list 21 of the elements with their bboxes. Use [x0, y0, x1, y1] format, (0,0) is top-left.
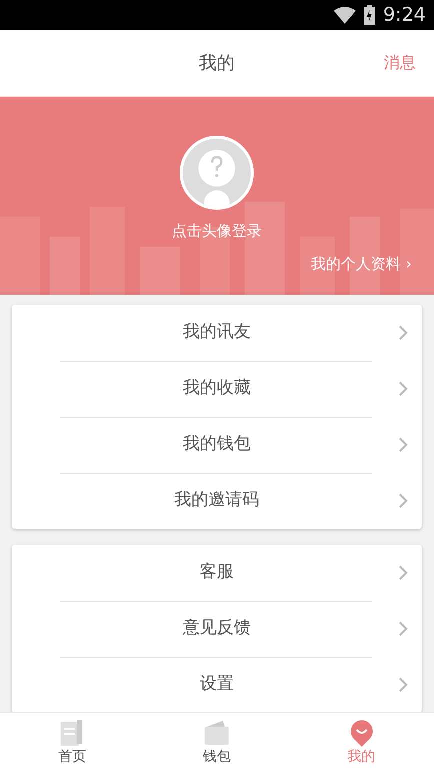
tab-item[interactable]: 首页 — [0, 713, 145, 771]
wallet-icon — [203, 719, 231, 747]
menu-item[interactable]: 意见反馈 — [12, 601, 422, 657]
menu-item[interactable]: 设置 — [12, 657, 422, 712]
chevron-icon — [399, 494, 408, 508]
chevron-icon — [399, 382, 408, 396]
battery-icon — [364, 5, 376, 25]
chevron-icon — [399, 326, 408, 340]
menu-item[interactable]: 我的邀请码 — [12, 473, 422, 529]
menu-item[interactable]: 客服 — [12, 545, 422, 601]
chevron-icon — [399, 438, 408, 452]
tab-item[interactable]: 钱包 — [144, 713, 290, 771]
menu-item[interactable]: 我的收藏 — [12, 361, 422, 417]
wifi-icon — [334, 6, 356, 24]
chevron-icon — [399, 622, 408, 636]
chevron-icon — [399, 678, 408, 692]
status-time: 9:24 — [383, 2, 426, 28]
page-title: 我的 — [199, 52, 235, 76]
menu-item[interactable]: 我的讯友 — [12, 305, 422, 361]
menu-item[interactable]: 我的钱包 — [12, 417, 422, 473]
chevron-icon — [399, 566, 408, 580]
